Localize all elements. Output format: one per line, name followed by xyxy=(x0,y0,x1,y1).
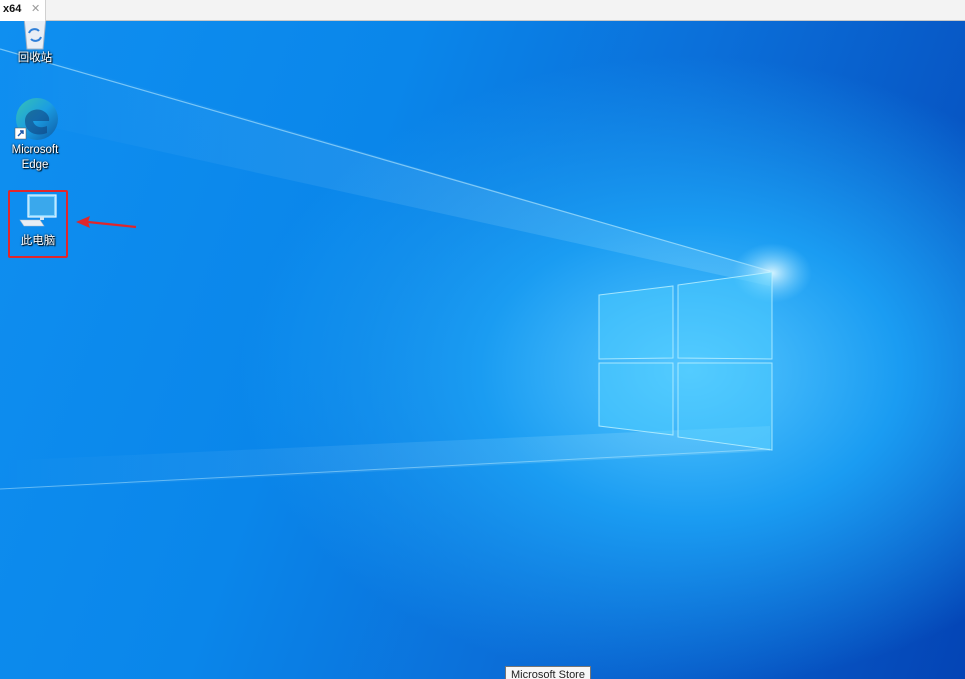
tab-x64[interactable]: x64 ✕ xyxy=(0,0,46,21)
vm-tab-strip: x64 ✕ xyxy=(0,0,965,21)
close-icon[interactable]: ✕ xyxy=(31,2,40,15)
tab-label: x64 xyxy=(3,3,22,15)
this-pc-desktop-icon[interactable]: 此电脑 xyxy=(8,190,68,258)
microsoft-store-tooltip: Microsoft Store xyxy=(505,666,591,679)
this-pc-icon xyxy=(19,194,57,227)
edge-label-line2: Edge xyxy=(21,159,49,171)
windows-logo-icon xyxy=(598,271,773,451)
edge-icon xyxy=(14,98,58,140)
red-arrow-icon xyxy=(76,216,137,229)
this-pc-label: 此电脑 xyxy=(20,235,56,247)
recycle-bin-icon xyxy=(23,21,47,50)
desktop[interactable]: 回收站 Microsoft Edge 此电脑 Microsoft Store xyxy=(0,21,965,679)
edge-desktop-icon[interactable]: Microsoft Edge xyxy=(2,95,68,173)
recycle-bin-desktop-icon[interactable]: 回收站 xyxy=(2,21,68,66)
windows-wallpaper xyxy=(0,46,812,491)
edge-label-line1: Microsoft xyxy=(11,144,59,156)
recycle-bin-label: 回收站 xyxy=(17,52,53,64)
